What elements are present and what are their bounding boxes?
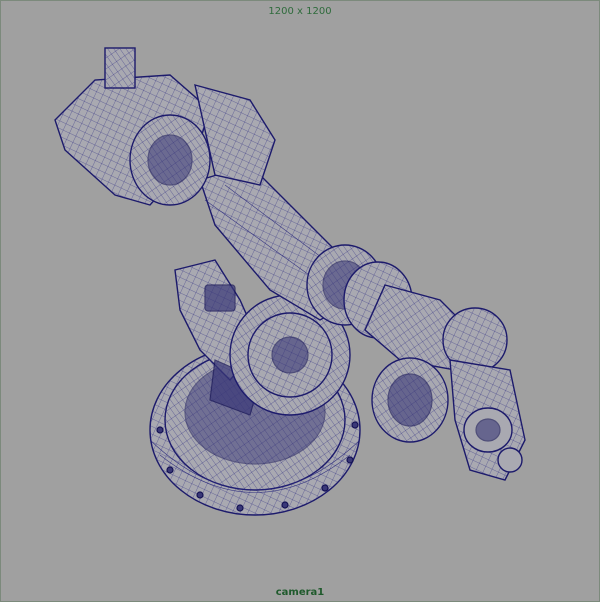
- counterweight: [371, 357, 449, 443]
- camera-name-label: camera1: [275, 587, 325, 598]
- forearm: [364, 284, 508, 373]
- maya-viewport[interactable]: 1200 x 1200 camera1: [0, 0, 600, 602]
- robot-arm-wireframe-icon[interactable]: [0, 0, 600, 602]
- wrist: [449, 359, 526, 481]
- motor-housing: [54, 47, 276, 206]
